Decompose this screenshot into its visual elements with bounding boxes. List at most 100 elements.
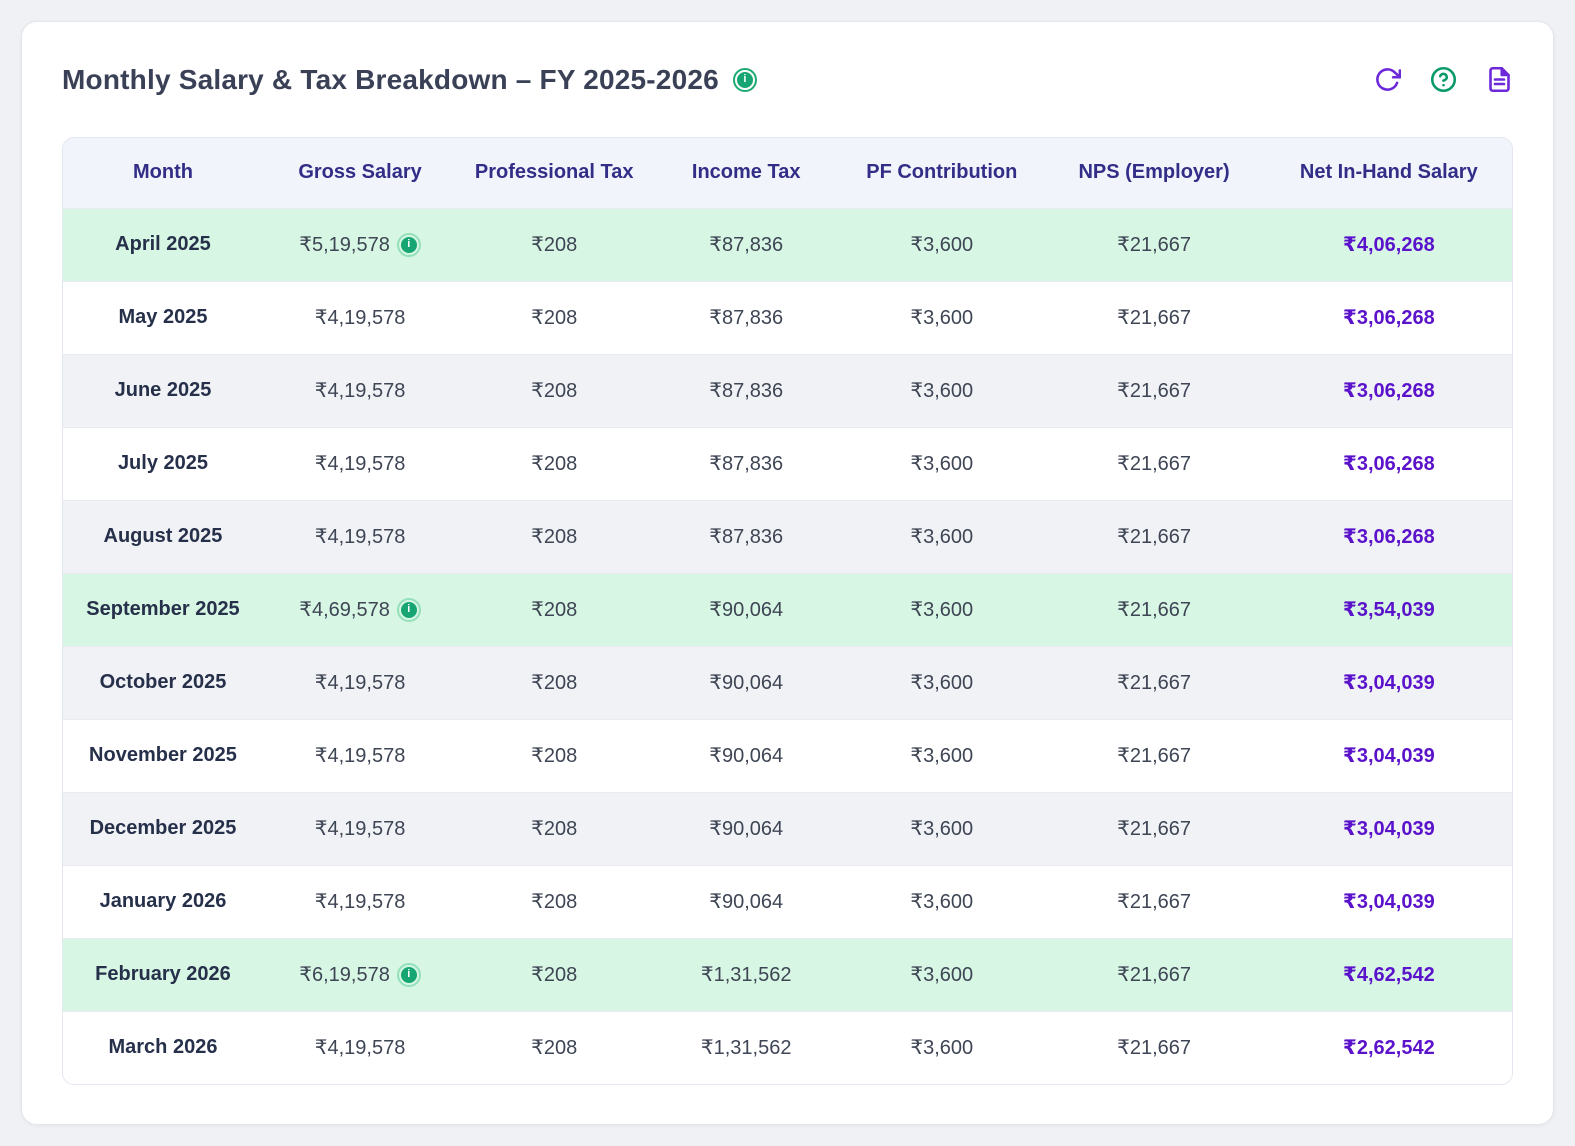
column-header-gross-salary: Gross Salary (263, 138, 457, 208)
table-row: February 2026 ₹6,19,578 i ₹208 ₹1,31,562… (63, 938, 1512, 1011)
gross-info-icon[interactable]: i (397, 598, 421, 622)
gross-salary-cell: ₹4,19,578 (263, 719, 457, 792)
info-icon-glyph: i (401, 237, 417, 253)
table-row: March 2026 ₹4,19,578 ₹208 ₹1,31,562 ₹3,6… (63, 1011, 1512, 1084)
nps-employer-cell: ₹21,667 (1042, 646, 1265, 719)
table-row: November 2025 ₹4,19,578 ₹208 ₹90,064 ₹3,… (63, 719, 1512, 792)
pf-contribution-cell: ₹3,600 (841, 573, 1042, 646)
refresh-icon[interactable] (1374, 66, 1401, 93)
table-row: July 2025 ₹4,19,578 ₹208 ₹87,836 ₹3,600 … (63, 427, 1512, 500)
salary-table: MonthGross SalaryProfessional TaxIncome … (63, 138, 1512, 1084)
salary-breakdown-card: Monthly Salary & Tax Breakdown – FY 2025… (21, 21, 1554, 1125)
income-tax-cell: ₹1,31,562 (651, 1011, 841, 1084)
income-tax-cell: ₹87,836 (651, 354, 841, 427)
professional-tax-cell: ₹208 (457, 792, 651, 865)
pf-contribution-cell: ₹3,600 (841, 354, 1042, 427)
gross-salary-value: ₹4,19,578 (315, 670, 406, 695)
pf-contribution-cell: ₹3,600 (841, 719, 1042, 792)
gross-salary-cell: ₹4,19,578 (263, 354, 457, 427)
gross-salary-value: ₹4,19,578 (315, 451, 406, 476)
gross-salary-cell: ₹6,19,578 i (263, 938, 457, 1011)
income-tax-cell: ₹87,836 (651, 427, 841, 500)
month-cell: July 2025 (63, 427, 263, 500)
gross-salary-cell: ₹4,19,578 (263, 792, 457, 865)
income-tax-cell: ₹90,064 (651, 646, 841, 719)
table-row: September 2025 ₹4,69,578 i ₹208 ₹90,064 … (63, 573, 1512, 646)
net-salary-cell: ₹3,06,268 (1266, 354, 1512, 427)
nps-employer-cell: ₹21,667 (1042, 792, 1265, 865)
pf-contribution-cell: ₹3,600 (841, 1011, 1042, 1084)
table-row: June 2025 ₹4,19,578 ₹208 ₹87,836 ₹3,600 … (63, 354, 1512, 427)
professional-tax-cell: ₹208 (457, 500, 651, 573)
gross-info-icon[interactable]: i (397, 963, 421, 987)
income-tax-cell: ₹90,064 (651, 573, 841, 646)
help-icon[interactable] (1430, 66, 1457, 93)
net-salary-cell: ₹4,06,268 (1266, 208, 1512, 281)
professional-tax-cell: ₹208 (457, 354, 651, 427)
professional-tax-cell: ₹208 (457, 646, 651, 719)
nps-employer-cell: ₹21,667 (1042, 719, 1265, 792)
column-header-income-tax: Income Tax (651, 138, 841, 208)
nps-employer-cell: ₹21,667 (1042, 573, 1265, 646)
column-header-nps-employer: NPS (Employer) (1042, 138, 1265, 208)
nps-employer-cell: ₹21,667 (1042, 500, 1265, 573)
gross-salary-value: ₹4,69,578 (299, 597, 390, 622)
professional-tax-cell: ₹208 (457, 938, 651, 1011)
nps-employer-cell: ₹21,667 (1042, 208, 1265, 281)
table-row: August 2025 ₹4,19,578 ₹208 ₹87,836 ₹3,60… (63, 500, 1512, 573)
gross-salary-value: ₹4,19,578 (315, 524, 406, 549)
professional-tax-cell: ₹208 (457, 427, 651, 500)
income-tax-cell: ₹87,836 (651, 500, 841, 573)
net-salary-cell: ₹3,04,039 (1266, 719, 1512, 792)
month-cell: December 2025 (63, 792, 263, 865)
nps-employer-cell: ₹21,667 (1042, 281, 1265, 354)
gross-salary-value: ₹6,19,578 (299, 962, 390, 987)
table-row: January 2026 ₹4,19,578 ₹208 ₹90,064 ₹3,6… (63, 865, 1512, 938)
pf-contribution-cell: ₹3,600 (841, 208, 1042, 281)
gross-info-icon[interactable]: i (397, 233, 421, 257)
income-tax-cell: ₹87,836 (651, 208, 841, 281)
gross-salary-value: ₹4,19,578 (315, 305, 406, 330)
column-header-pf-contribution: PF Contribution (841, 138, 1042, 208)
nps-employer-cell: ₹21,667 (1042, 427, 1265, 500)
gross-salary-cell: ₹4,19,578 (263, 500, 457, 573)
pf-contribution-cell: ₹3,600 (841, 938, 1042, 1011)
nps-employer-cell: ₹21,667 (1042, 865, 1265, 938)
table-row: May 2025 ₹4,19,578 ₹208 ₹87,836 ₹3,600 ₹… (63, 281, 1512, 354)
column-header-professional-tax: Professional Tax (457, 138, 651, 208)
title-info-icon[interactable]: i (733, 68, 757, 92)
net-salary-cell: ₹3,54,039 (1266, 573, 1512, 646)
net-salary-cell: ₹3,06,268 (1266, 281, 1512, 354)
income-tax-cell: ₹90,064 (651, 792, 841, 865)
info-icon-glyph: i (401, 967, 417, 983)
professional-tax-cell: ₹208 (457, 1011, 651, 1084)
table-row: October 2025 ₹4,19,578 ₹208 ₹90,064 ₹3,6… (63, 646, 1512, 719)
professional-tax-cell: ₹208 (457, 573, 651, 646)
income-tax-cell: ₹90,064 (651, 719, 841, 792)
salary-table-container: MonthGross SalaryProfessional TaxIncome … (62, 137, 1513, 1085)
month-cell: January 2026 (63, 865, 263, 938)
net-salary-cell: ₹3,06,268 (1266, 427, 1512, 500)
pf-contribution-cell: ₹3,600 (841, 281, 1042, 354)
net-salary-cell: ₹4,62,542 (1266, 938, 1512, 1011)
table-row: December 2025 ₹4,19,578 ₹208 ₹90,064 ₹3,… (63, 792, 1512, 865)
gross-salary-cell: ₹4,19,578 (263, 427, 457, 500)
gross-salary-cell: ₹4,19,578 (263, 646, 457, 719)
net-salary-cell: ₹3,04,039 (1266, 646, 1512, 719)
month-cell: May 2025 (63, 281, 263, 354)
title-wrap: Monthly Salary & Tax Breakdown – FY 2025… (62, 64, 757, 96)
table-row: April 2025 ₹5,19,578 i ₹208 ₹87,836 ₹3,6… (63, 208, 1512, 281)
month-cell: November 2025 (63, 719, 263, 792)
column-header-net-in-hand-salary: Net In-Hand Salary (1266, 138, 1512, 208)
professional-tax-cell: ₹208 (457, 719, 651, 792)
net-salary-cell: ₹3,06,268 (1266, 500, 1512, 573)
income-tax-cell: ₹1,31,562 (651, 938, 841, 1011)
professional-tax-cell: ₹208 (457, 865, 651, 938)
column-header-month: Month (63, 138, 263, 208)
info-icon-glyph: i (401, 602, 417, 618)
month-cell: August 2025 (63, 500, 263, 573)
gross-salary-cell: ₹4,19,578 (263, 1011, 457, 1084)
income-tax-cell: ₹90,064 (651, 865, 841, 938)
gross-salary-cell: ₹4,19,578 (263, 865, 457, 938)
report-document-icon[interactable] (1486, 66, 1513, 93)
